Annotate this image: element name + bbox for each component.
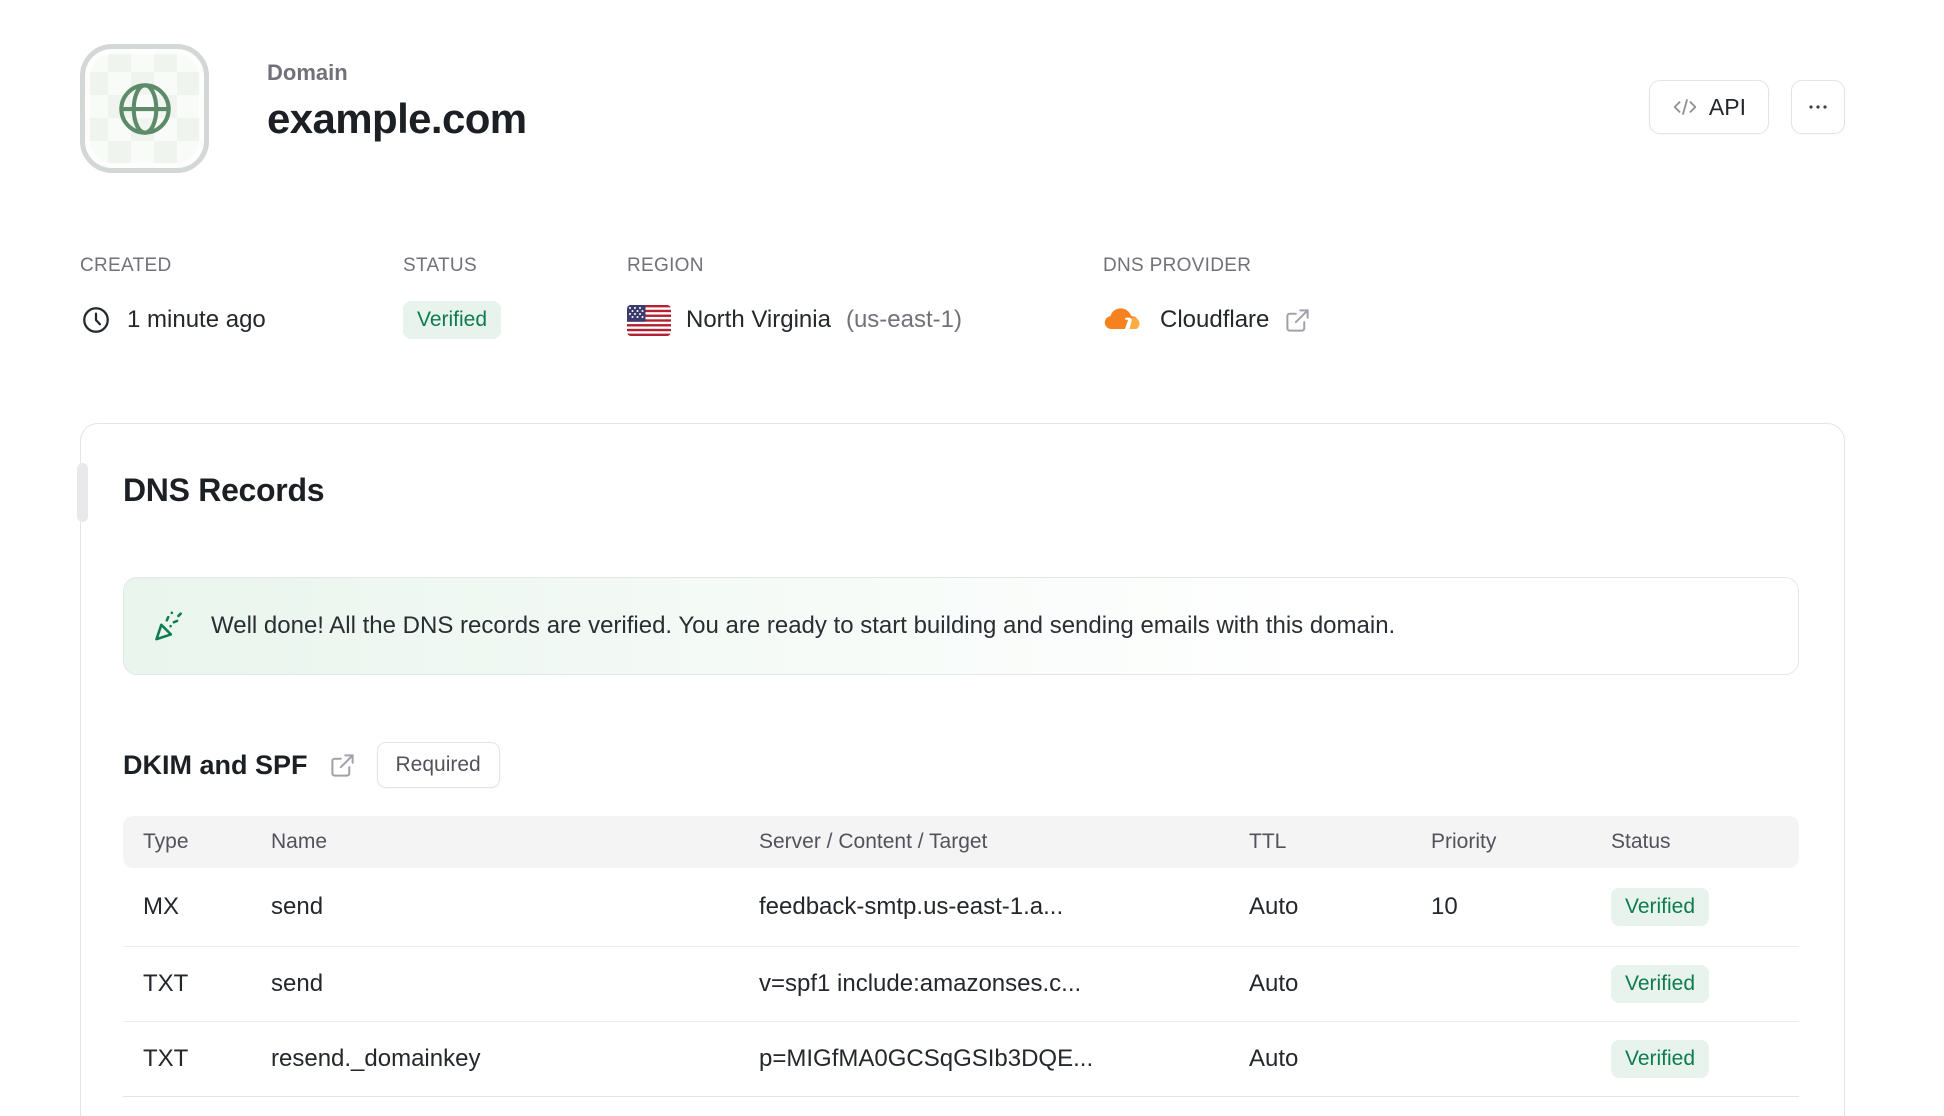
meta-status: STATUS Verified bbox=[403, 255, 627, 341]
table-row[interactable]: TXT send v=spf1 include:amazonses.c... A… bbox=[123, 947, 1799, 1022]
region-name: North Virginia bbox=[686, 306, 831, 333]
meta-created: CREATED 1 minute ago bbox=[80, 255, 403, 341]
header-actions: API bbox=[1648, 80, 1845, 134]
ellipsis-icon bbox=[1806, 95, 1830, 119]
domain-detail-page: Domain example.com API CREATED 1 minute … bbox=[0, 0, 1944, 1116]
record-name: resend._domainkey bbox=[271, 1045, 481, 1072]
dkim-spf-section-head: DKIM and SPF Required bbox=[123, 742, 1799, 788]
record-content: feedback-smtp.us-east-1.a... bbox=[759, 893, 1064, 920]
meta-region: REGION North Virginia (us-east-1) bbox=[627, 255, 1103, 341]
record-status-badge: Verified bbox=[1611, 965, 1710, 1003]
record-ttl: Auto bbox=[1249, 970, 1299, 997]
table-header: Type Name Server / Content / Target TTL … bbox=[123, 816, 1799, 868]
page-title: example.com bbox=[267, 95, 527, 142]
record-status-badge: Verified bbox=[1611, 1040, 1710, 1078]
success-banner: Well done! All the DNS records are verif… bbox=[123, 577, 1799, 675]
meta-row: CREATED 1 minute ago STATUS Verified REG… bbox=[80, 255, 1311, 341]
party-popper-icon bbox=[152, 608, 188, 644]
record-content: p=MIGfMA0GCSqGSIb3DQE... bbox=[759, 1045, 1094, 1072]
title-block: Domain example.com bbox=[267, 60, 527, 143]
section-indicator bbox=[77, 463, 88, 522]
record-status-badge: Verified bbox=[1611, 888, 1710, 926]
us-flag-icon bbox=[627, 304, 671, 336]
table-row[interactable]: TXT resend._domainkey p=MIGfMA0GCSqGSIb3… bbox=[123, 1022, 1799, 1097]
api-button-label: API bbox=[1708, 93, 1746, 120]
clock-icon bbox=[80, 304, 112, 336]
dns-provider-name: Cloudflare bbox=[1160, 306, 1270, 333]
record-type: MX bbox=[143, 893, 179, 920]
globe-icon bbox=[112, 76, 178, 142]
record-name: send bbox=[271, 970, 324, 997]
col-header-status: Status bbox=[1611, 830, 1671, 853]
record-priority: 10 bbox=[1431, 893, 1458, 920]
more-button[interactable] bbox=[1791, 80, 1845, 134]
status-label: STATUS bbox=[403, 255, 477, 276]
record-name: send bbox=[271, 893, 324, 920]
success-message: Well done! All the DNS records are verif… bbox=[211, 612, 1396, 639]
external-link-icon[interactable] bbox=[1284, 307, 1311, 334]
col-header-type: Type bbox=[143, 830, 189, 853]
col-header-name: Name bbox=[271, 830, 328, 853]
record-type: TXT bbox=[143, 1045, 189, 1072]
region-code: (us-east-1) bbox=[845, 306, 962, 333]
col-header-priority: Priority bbox=[1431, 830, 1497, 853]
created-value: 1 minute ago bbox=[127, 306, 266, 333]
region-label: REGION bbox=[627, 255, 704, 276]
external-link-icon[interactable] bbox=[329, 752, 356, 779]
page-kicker: Domain bbox=[267, 60, 348, 85]
record-type: TXT bbox=[143, 970, 189, 997]
code-icon bbox=[1672, 94, 1698, 120]
api-button[interactable]: API bbox=[1648, 80, 1769, 134]
record-ttl: Auto bbox=[1249, 893, 1299, 920]
record-ttl: Auto bbox=[1249, 1045, 1299, 1072]
dns-records-card: DNS Records Well done! All the DNS recor… bbox=[77, 423, 1845, 1116]
cloudflare-icon bbox=[1103, 305, 1145, 335]
dns-records-heading: DNS Records bbox=[123, 472, 325, 508]
domain-avatar bbox=[80, 44, 209, 173]
status-badge: Verified bbox=[403, 301, 502, 339]
table-row[interactable]: MX send feedback-smtp.us-east-1.a... Aut… bbox=[123, 868, 1799, 947]
dns-provider-label: DNS PROVIDER bbox=[1103, 255, 1252, 276]
record-content: v=spf1 include:amazonses.c... bbox=[759, 970, 1082, 997]
col-header-ttl: TTL bbox=[1249, 830, 1287, 853]
dns-records-table: Type Name Server / Content / Target TTL … bbox=[123, 816, 1799, 1097]
created-label: CREATED bbox=[80, 255, 172, 276]
meta-dns-provider: DNS PROVIDER Cloudflare bbox=[1103, 255, 1311, 341]
required-badge: Required bbox=[376, 742, 500, 788]
dkim-spf-heading: DKIM and SPF bbox=[123, 749, 308, 780]
col-header-content: Server / Content / Target bbox=[759, 830, 988, 853]
